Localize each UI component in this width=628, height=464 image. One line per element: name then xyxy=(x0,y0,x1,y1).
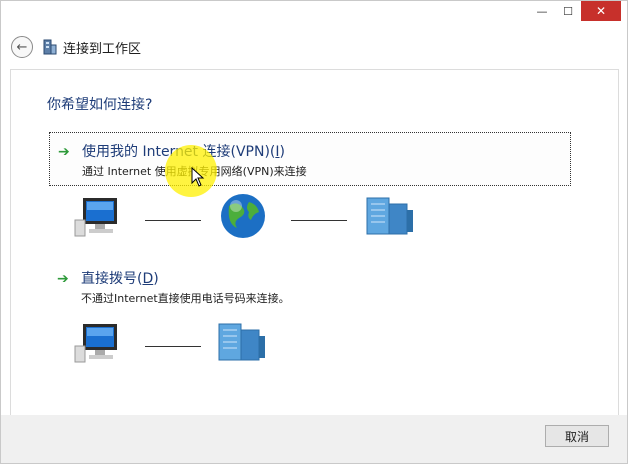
globe-icon xyxy=(221,194,265,238)
computer-icon xyxy=(74,324,117,363)
minimize-button[interactable]: — xyxy=(529,1,555,21)
connection-line xyxy=(145,346,201,347)
computer-icon xyxy=(74,198,117,237)
green-arrow-icon: ➔ xyxy=(58,144,70,160)
option-dialup-title: 直接拨号(D) xyxy=(81,271,159,287)
dialup-diagram xyxy=(11,318,618,368)
back-arrow-icon: ← xyxy=(16,39,28,55)
title-bar-controls: — ☐ ✕ xyxy=(529,1,621,25)
vpn-diagram xyxy=(11,190,618,240)
footer-bar: 取消 xyxy=(1,415,627,463)
mouse-cursor-icon xyxy=(191,167,205,187)
close-button[interactable]: ✕ xyxy=(581,1,621,21)
server-icon xyxy=(366,197,413,235)
question-heading: 你希望如何连接? xyxy=(47,97,153,113)
server-icon xyxy=(218,323,265,361)
option-dialup[interactable]: ➔ 直接拨号(D) 不通过Internet直接使用电话号码来连接。 xyxy=(49,260,571,314)
content-panel: 你希望如何连接? ➔ 使用我的 Internet 连接(VPN)(I) 通过 I… xyxy=(10,69,619,416)
dialog-window: — ☐ ✕ ← 连接到工作区 你希望如何连接? ➔ 使用我的 Internet … xyxy=(0,0,628,464)
connection-line xyxy=(145,220,201,221)
wizard-header: ← 连接到工作区 xyxy=(11,33,141,61)
wizard-title: 连接到工作区 xyxy=(63,41,142,57)
maximize-button[interactable]: ☐ xyxy=(555,1,581,21)
connection-line xyxy=(291,220,347,221)
back-button[interactable]: ← xyxy=(11,36,33,58)
green-arrow-icon: ➔ xyxy=(57,271,69,287)
workplace-connection-icon xyxy=(43,39,57,55)
cancel-button[interactable]: 取消 xyxy=(545,425,609,447)
option-vpn[interactable]: ➔ 使用我的 Internet 连接(VPN)(I) 通过 Internet 使… xyxy=(49,132,571,186)
option-dialup-description: 不通过Internet直接使用电话号码来连接。 xyxy=(81,292,290,305)
